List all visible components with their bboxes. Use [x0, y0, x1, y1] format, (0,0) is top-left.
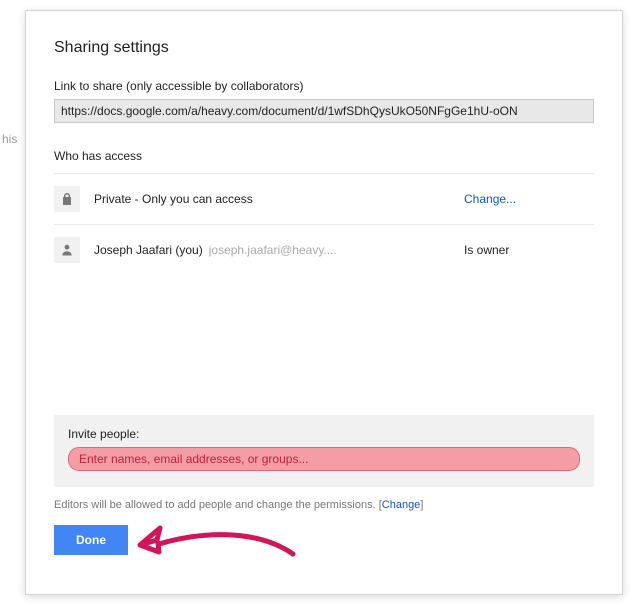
- access-owner-name: Joseph Jaafari (you): [94, 243, 203, 257]
- invite-input[interactable]: [68, 447, 580, 471]
- lock-icon: [54, 186, 80, 212]
- done-button[interactable]: Done: [54, 525, 128, 555]
- access-owner-role: Is owner: [464, 243, 509, 257]
- background-document-hint: his: [2, 132, 17, 146]
- who-has-access-label: Who has access: [54, 149, 594, 163]
- dialog-title: Sharing settings: [54, 39, 594, 57]
- sharing-settings-dialog: Sharing settings Link to share (only acc…: [25, 10, 623, 595]
- permissions-note-suffix: ]: [420, 499, 423, 511]
- invite-people-block: Invite people:: [54, 415, 594, 487]
- person-icon: [54, 237, 80, 263]
- invite-label: Invite people:: [68, 427, 580, 441]
- access-owner-email: joseph.jaafari@heavy....: [209, 243, 337, 257]
- change-permissions-link[interactable]: Change: [382, 499, 421, 511]
- permissions-note-text: Editors will be allowed to add people an…: [54, 499, 382, 511]
- permissions-note: Editors will be allowed to add people an…: [54, 499, 594, 511]
- access-row-owner: Joseph Jaafari (you) joseph.jaafari@heav…: [54, 224, 594, 275]
- change-access-link[interactable]: Change...: [464, 192, 516, 206]
- access-privacy-text: Private - Only you can access: [94, 192, 253, 206]
- access-row-private: Private - Only you can access Change...: [54, 173, 594, 224]
- link-share-label: Link to share (only accessible by collab…: [54, 79, 594, 93]
- link-share-input[interactable]: [54, 99, 594, 123]
